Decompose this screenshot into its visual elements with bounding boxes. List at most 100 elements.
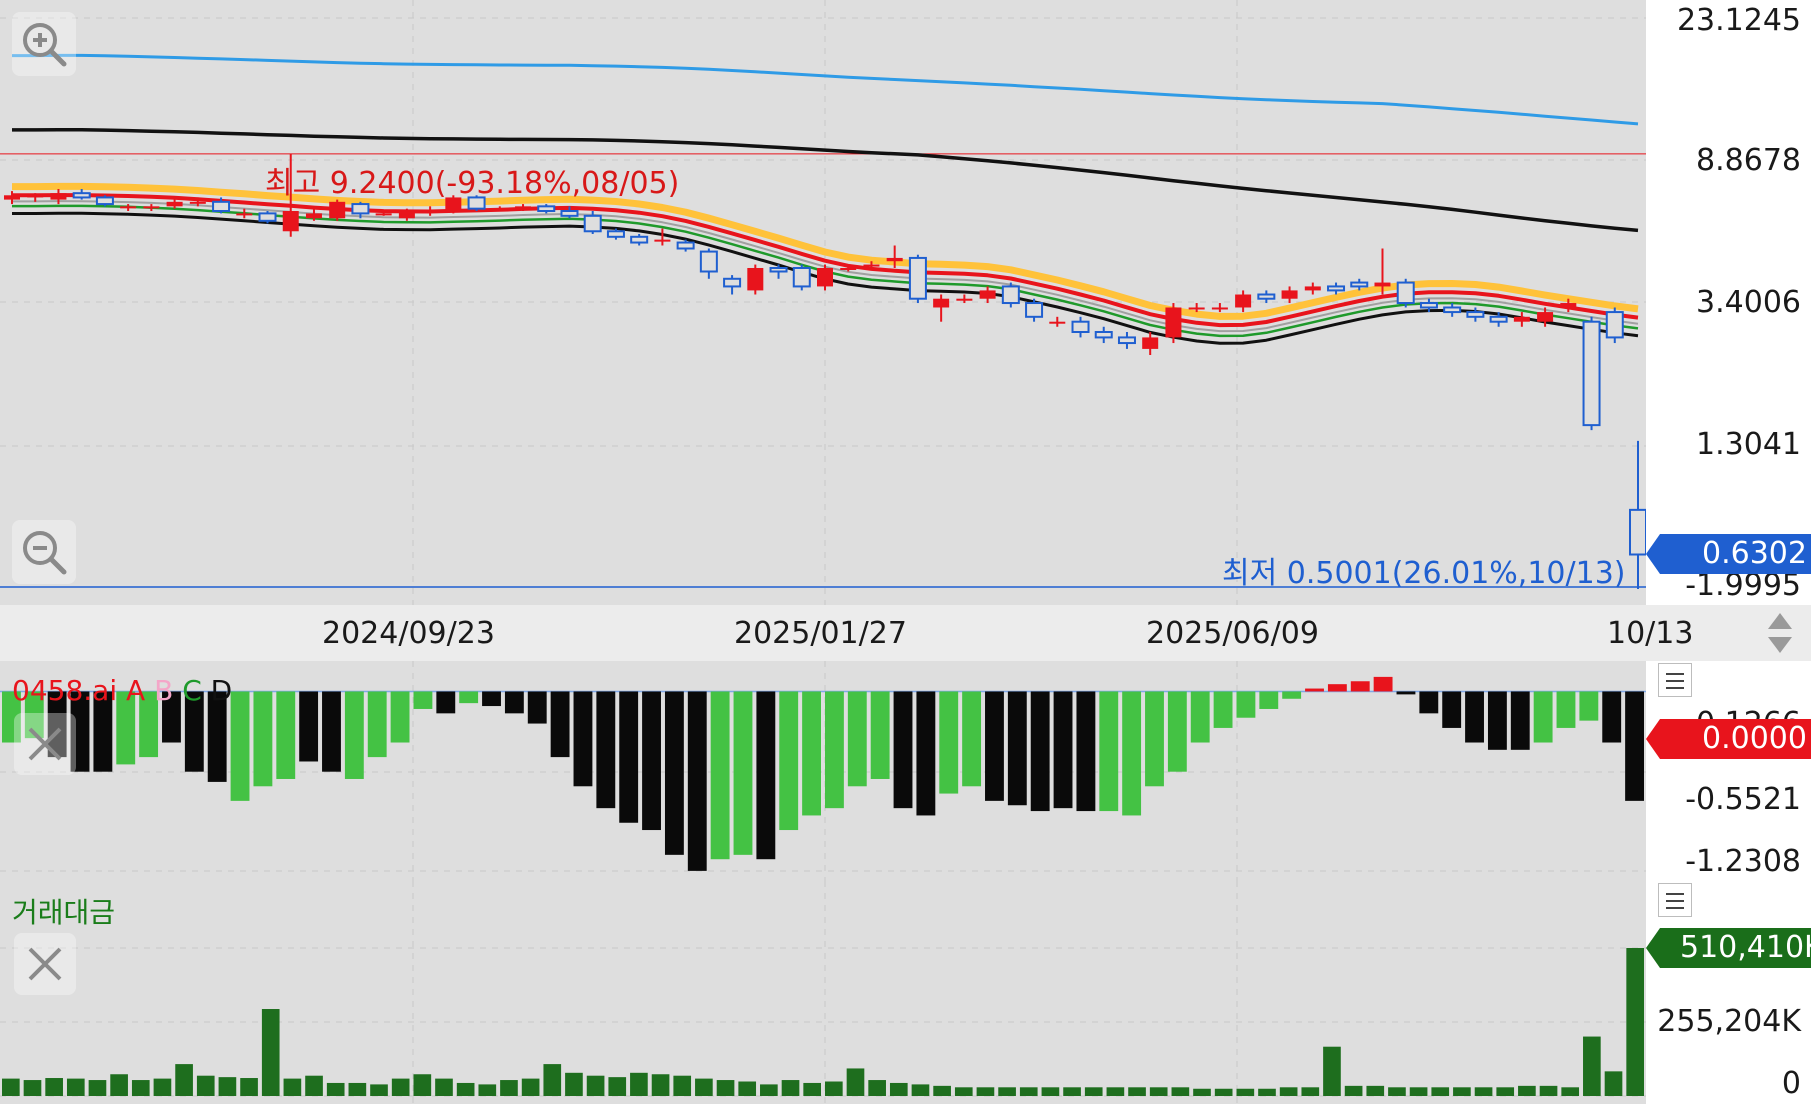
volume-bar	[88, 1080, 107, 1096]
candle-body-up	[1142, 337, 1159, 349]
price-chart-panel[interactable]: 최고 9.2400(-93.18%,08/05) 최저 0.5001(26.01…	[0, 0, 1646, 605]
volume-bar	[2, 1078, 20, 1096]
volume-tick-label: 255,204K	[1657, 1004, 1801, 1039]
zoom-in-button[interactable]	[12, 12, 76, 76]
histogram-bar	[459, 691, 479, 704]
candle-body-up	[1281, 290, 1298, 299]
scroll-arrows-icon[interactable]	[1760, 609, 1800, 657]
volume-bar	[1474, 1087, 1493, 1096]
volume-bar	[175, 1064, 193, 1096]
histogram-bar	[733, 691, 753, 855]
indicator-menu-button[interactable]	[1658, 663, 1692, 697]
candle-body-down	[1443, 306, 1462, 314]
volume-bar	[695, 1078, 713, 1096]
candle-body-up	[422, 211, 439, 214]
date-axis[interactable]: 2024/09/23 2025/01/27 2025/06/09 10/13	[0, 605, 1811, 661]
indicator-y-axis[interactable]: 0.1266 -0.5521 -1.2308 0.0000	[1646, 661, 1811, 881]
volume-bar	[1301, 1087, 1320, 1096]
histogram-bar	[1419, 691, 1439, 714]
candle-body-up	[166, 201, 183, 207]
histogram-bar	[1236, 691, 1256, 718]
candle-body-up	[1513, 316, 1530, 322]
candle-body-down	[72, 192, 91, 199]
histogram-bar	[1122, 691, 1142, 816]
histogram-bar	[1053, 691, 1073, 809]
candle-body-down	[95, 196, 114, 206]
candle-body-up	[1165, 307, 1182, 338]
price-y-axis[interactable]: 23.1245 8.8678 3.4006 1.3041 -1.9995 0.6…	[1646, 0, 1811, 605]
candle-body-down	[630, 235, 649, 244]
histogram-bar	[1510, 691, 1530, 750]
histogram-bar	[1282, 691, 1302, 699]
zoom-in-icon	[23, 23, 67, 67]
histogram-bar	[344, 691, 364, 779]
candle-body-up	[50, 193, 67, 200]
histogram-bar	[1190, 691, 1210, 743]
volume-bar	[1539, 1085, 1558, 1096]
candle-body-up	[1374, 282, 1391, 287]
volume-bar	[760, 1084, 778, 1096]
volume-bar	[954, 1087, 973, 1096]
volume-bar	[543, 1064, 562, 1096]
volume-current-tag: 510,410K	[1680, 930, 1811, 965]
candle-body-up	[143, 206, 160, 209]
histogram-bar	[1396, 691, 1416, 695]
volume-bar	[1063, 1087, 1081, 1096]
volume-bar	[1106, 1087, 1125, 1096]
candle-body-down	[699, 250, 718, 273]
volume-bar	[131, 1080, 150, 1096]
volume-bar	[933, 1085, 951, 1096]
candle-body-down	[212, 200, 231, 213]
volume-panel[interactable]: 거래대금	[0, 881, 1646, 1104]
close-indicator-button[interactable]	[14, 713, 76, 775]
close-icon	[28, 947, 62, 981]
histogram-bar	[1579, 691, 1599, 721]
histogram-bar	[1167, 691, 1187, 772]
histogram-bar	[664, 691, 684, 855]
high-annotation: 최고 9.2400(-93.18%,08/05)	[265, 166, 680, 201]
histogram-bar	[230, 691, 250, 801]
close-volume-button[interactable]	[14, 933, 76, 995]
volume-bar	[261, 1009, 280, 1096]
volume-bar	[1171, 1087, 1190, 1096]
volume-bar	[1366, 1085, 1385, 1096]
histogram-bar	[390, 691, 410, 743]
histogram-bar	[1099, 691, 1119, 812]
volume-bar	[825, 1081, 843, 1096]
volume-bar	[976, 1087, 995, 1096]
candle-body-up	[120, 206, 137, 209]
volume-bar	[1496, 1087, 1515, 1096]
candle-body-down	[1629, 508, 1646, 556]
zoom-out-button[interactable]	[12, 520, 76, 584]
candle-body-up	[329, 201, 346, 219]
histogram-bar	[276, 691, 296, 779]
histogram-bar	[527, 691, 547, 724]
volume-bar	[153, 1078, 172, 1096]
histogram-bar	[413, 691, 433, 709]
date-tick-label: 2025/01/27	[734, 616, 907, 651]
volume-bar	[66, 1078, 85, 1096]
volume-bar	[651, 1074, 670, 1096]
volume-bar	[1214, 1088, 1233, 1096]
price-tick-label: 1.3041	[1696, 427, 1801, 462]
volume-menu-button[interactable]	[1658, 883, 1692, 917]
candle-body-up	[398, 211, 415, 219]
volume-y-axis[interactable]: 510,410K 255,204K 0	[1646, 881, 1811, 1104]
candle-body-down	[1001, 285, 1020, 305]
volume-bar	[1041, 1087, 1060, 1096]
candle-body-up	[933, 298, 950, 308]
volume-bar	[521, 1078, 540, 1096]
candle-body-up	[956, 298, 973, 301]
histogram-bar	[985, 691, 1004, 801]
volume-bar	[738, 1081, 757, 1096]
candle-body-down	[908, 256, 927, 300]
volume-bar	[240, 1078, 258, 1096]
indicator-panel[interactable]: 0458.ai A B C D	[0, 661, 1646, 881]
volume-bar	[500, 1080, 518, 1096]
volume-svg	[0, 881, 1646, 1104]
candle-body-up	[305, 213, 322, 219]
histogram-bar	[1533, 691, 1553, 743]
current-price-tag: 0.6302	[1702, 536, 1807, 571]
histogram-bar	[687, 691, 707, 871]
histogram-bar	[1213, 691, 1233, 728]
